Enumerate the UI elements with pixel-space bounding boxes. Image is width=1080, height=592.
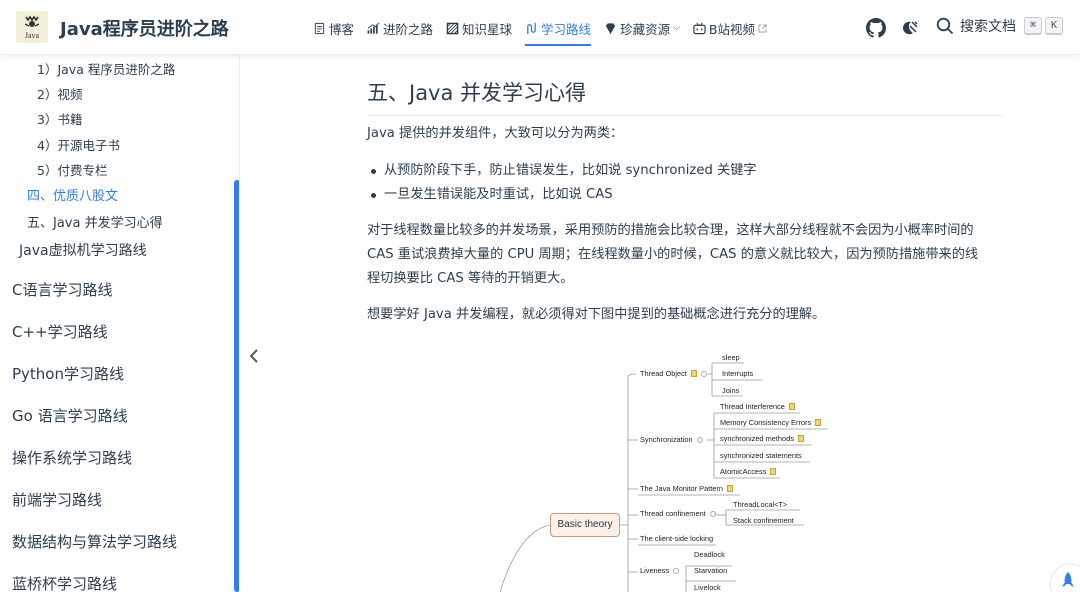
sidebar-group-go[interactable]: Go 语言学习路线	[12, 405, 128, 426]
mindmap-node: ThreadLocal<T>	[733, 500, 788, 509]
explanation-paragraph: 对于线程数量比较多的并发场景，采用预防的措施会比较合理，这样大部分线程就不会因为…	[367, 219, 978, 291]
theme-toggle-icon[interactable]	[900, 18, 920, 38]
top-navbar: Java Java程序员进阶之路 博客 进阶之路 知识星球 学习路线 珍藏资源 …	[0, 0, 1080, 55]
note-icon	[815, 419, 822, 426]
paragraph-line: 对于线程数量比较多的并发场景，采用预防的措施会比较合理，这样大部分线程就不会因为…	[367, 223, 974, 238]
nav-item-label: B站视频	[708, 21, 755, 37]
sidebar-group-os[interactable]: 操作系统学习路线	[12, 447, 132, 468]
chevron-down-icon: ⌵	[673, 23, 680, 33]
kbd-command: ⌘	[1024, 17, 1042, 35]
note-icon	[788, 403, 795, 410]
sidebar-item-books[interactable]: 3）书籍	[37, 109, 82, 128]
github-icon[interactable]	[866, 18, 886, 38]
note-icon	[770, 468, 777, 475]
mindmap-node: Thread confinement	[640, 509, 716, 518]
mindmap-node: Liveness	[640, 566, 680, 575]
java-logo-icon[interactable]: Java	[16, 11, 48, 43]
sidebar-group-dsa[interactable]: 数据结构与算法学习路线	[12, 531, 177, 552]
search-icon	[936, 17, 954, 35]
sidebar-group-cpp[interactable]: C++学习路线	[12, 321, 108, 342]
sidebar-item-paid-columns[interactable]: 5）付费专栏	[37, 160, 107, 179]
chevron-left-icon[interactable]	[246, 346, 262, 366]
nav-item-label: 学习路线	[541, 21, 592, 37]
mindmap-node: sleep	[722, 353, 740, 362]
note-icon	[797, 435, 804, 442]
mindmap-node: Deadlock	[694, 550, 725, 559]
external-link-icon	[758, 23, 767, 33]
mindmap-node: synchronized statements	[720, 451, 802, 460]
intro-paragraph: Java 提供的并发组件，大致可以分为两类：	[367, 126, 624, 141]
chart-icon	[367, 22, 380, 34]
collapse-icon	[700, 371, 707, 377]
mindmap-node: Livelock	[694, 583, 721, 592]
search-label: 搜索文档	[960, 19, 1016, 35]
mindmap-node: Thread Interference	[720, 402, 795, 411]
nav-item-label: 珍藏资源	[620, 21, 671, 37]
sidebar: 1）Java 程序员进阶之路 2）视频 3）书籍 4）开源电子书 5）付费专栏 …	[0, 55, 240, 592]
site-title[interactable]: Java程序员进阶之路	[60, 15, 229, 41]
nav-item-label: 博客	[329, 21, 355, 37]
doc-icon	[314, 22, 325, 34]
kbd-k: K	[1045, 17, 1063, 35]
sidebar-group-c[interactable]: C语言学习路线	[12, 279, 112, 300]
nav-item-path[interactable]: 进阶之路	[367, 18, 433, 38]
closing-paragraph: 想要学好 Java 并发编程，就必须得对下图中提到的基础概念进行充分的理解。	[367, 307, 826, 322]
nav-item-label: 进阶之路	[383, 21, 434, 37]
sidebar-group-frontend[interactable]: 前端学习路线	[12, 489, 102, 510]
mindmap-node: Stack confinement	[733, 516, 794, 525]
mindmap-node: Interrupts	[722, 369, 754, 378]
mindmap-node: The client-side locking	[640, 534, 714, 543]
collapse-icon	[709, 511, 716, 517]
nav-item-planet[interactable]: 知识星球	[446, 18, 512, 38]
note-icon	[690, 370, 697, 377]
nav-links: 博客 进阶之路 知识星球 学习路线 珍藏资源 ⌵ B站视频	[313, 18, 780, 46]
mindmap-root-node: Basic theory	[550, 513, 620, 537]
concurrency-mindmap: Basic theory Thread Object sleep Interru…	[500, 345, 860, 592]
planet-icon	[446, 22, 459, 34]
list-item: 从预防阶段下手，防止错误发生，比如说 synchronized 关键字	[367, 159, 757, 183]
mindmap-node: Joins	[722, 386, 740, 395]
tv-icon	[693, 22, 706, 34]
collapse-icon	[696, 437, 703, 443]
paragraph-line: 程切换要比 CAS 等待的开销更大。	[367, 271, 574, 286]
mindmap-node: Memory Consistency Errors	[720, 418, 822, 427]
mindmap-lines	[500, 362, 828, 592]
sidebar-scrollbar[interactable]	[234, 180, 239, 592]
sidebar-group-python[interactable]: Python学习路线	[12, 363, 124, 384]
sidebar-item-ebooks[interactable]: 4）开源电子书	[37, 135, 120, 154]
mindmap-node: The Java Monitor Pattern	[640, 484, 733, 493]
mindmap-node: Synchronization	[640, 435, 703, 444]
sidebar-group-lanqiao[interactable]: 蓝桥杯学习路线	[12, 573, 117, 592]
nav-item-blog[interactable]: 博客	[313, 18, 354, 38]
sidebar-item-programmer-path[interactable]: 1）Java 程序员进阶之路	[37, 59, 175, 78]
section-heading: 五、Java 并发学习心得	[367, 77, 1003, 116]
gem-icon	[605, 22, 616, 34]
search-button[interactable]: 搜索文档 ⌘ K	[936, 16, 1066, 36]
nav-item-bilibili[interactable]: B站视频	[693, 18, 767, 38]
bullet-list: 从预防阶段下手，防止错误发生，比如说 synchronized 关键字 一旦发生…	[367, 159, 757, 207]
route-icon	[527, 22, 536, 34]
mindmap-node: Starvation	[694, 566, 728, 575]
paragraph-line: CAS 重试浪费掉大量的 CPU 周期；在线程数量小的时候，CAS 的意义就比较…	[367, 247, 979, 262]
list-item: 一旦发生错误能及时重试，比如说 CAS	[367, 183, 757, 207]
sidebar-item-jvm[interactable]: Java虚拟机学习路线	[19, 240, 147, 260]
sidebar-item-video[interactable]: 2）视频	[37, 84, 82, 103]
logo-text: Java	[25, 31, 40, 40]
mindmap-node: synchronized methods	[720, 434, 804, 443]
back-to-top-icon[interactable]	[1048, 562, 1080, 592]
mindmap-node: AtomicAccess	[720, 467, 777, 476]
sidebar-item-concurrency[interactable]: 五、Java 并发学习心得	[27, 212, 163, 231]
nav-item-label: 知识星球	[462, 21, 513, 37]
nav-item-resources[interactable]: 珍藏资源 ⌵	[604, 18, 680, 38]
nav-item-learning-route[interactable]: 学习路线	[525, 18, 592, 46]
sidebar-item-interview-notes[interactable]: 四、优质八股文	[27, 185, 118, 204]
mindmap-node: Thread Object	[640, 369, 707, 378]
note-icon	[726, 485, 733, 492]
collapse-icon	[673, 568, 680, 574]
